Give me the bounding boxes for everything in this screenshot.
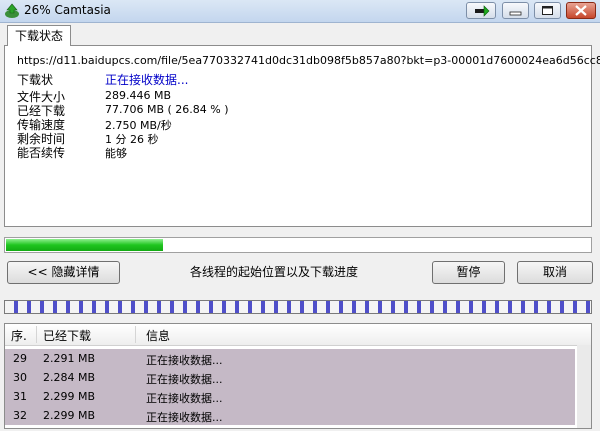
status-value: 正在接收数据... [105,73,189,87]
window-title: 26% Camtasia [24,3,111,17]
pause-button[interactable]: 暂停 [432,261,505,284]
thread-downloaded: 2.299 MB [43,390,96,403]
thread-downloaded: 2.284 MB [43,371,96,384]
download-status-panel: https://d11.baidupcs.com/file/5ea7703327… [4,45,600,227]
minimize-button[interactable] [502,2,529,19]
thread-downloaded: 2.299 MB [43,409,96,422]
thread-list[interactable]: 序. 已经下载 信息 29 2.291 MB 正在接收数据... 30 2.28… [4,323,592,429]
list-row[interactable]: 30 2.284 MB 正在接收数据... [5,368,575,387]
download-progress-bar [4,237,592,253]
thread-downloaded: 2.291 MB [43,352,96,365]
threads-caption: 各线程的起始位置以及下载进度 [190,265,359,279]
title-bar[interactable]: 26% Camtasia [0,0,600,23]
thread-info: 正在接收数据... [146,373,223,386]
thread-segments-bar [4,300,592,314]
arrow-right-icon [475,5,490,17]
column-header-info[interactable]: 信息 [146,327,170,344]
file-size-value: 289.446 MB [105,89,172,102]
thread-number: 32 [13,409,27,422]
tab-download-status[interactable]: 下载状态 [7,25,72,46]
download-app-icon [5,3,19,18]
column-header-thread[interactable]: 序. [11,327,27,344]
thread-number: 30 [13,371,27,384]
column-divider[interactable] [135,326,136,343]
list-row[interactable]: 31 2.299 MB 正在接收数据... [5,387,575,406]
close-button[interactable] [566,2,596,19]
close-icon [575,5,587,16]
download-url: https://d11.baidupcs.com/file/5ea7703327… [17,54,600,67]
hide-details-button[interactable]: << 隐藏详情 [7,261,120,284]
thread-info: 正在接收数据... [146,392,223,405]
list-row[interactable]: 32 2.299 MB 正在接收数据... [5,406,575,425]
background-button[interactable] [466,2,496,19]
list-row[interactable]: 29 2.291 MB 正在接收数据... [5,349,575,368]
resumable-value: 能够 [105,147,127,160]
column-divider[interactable] [36,326,37,343]
list-header: 序. 已经下载 信息 [5,324,591,346]
downloaded-value: 77.706 MB ( 26.84 % ) [105,103,229,116]
minimize-icon [509,11,522,16]
vertical-scrollbar[interactable] [577,345,591,428]
maximize-icon [542,6,553,15]
thread-number: 29 [13,352,27,365]
thread-number: 31 [13,390,27,403]
thread-info: 正在接收数据... [146,411,223,424]
cancel-button[interactable]: 取消 [517,261,593,284]
status-label: 下载状 [17,73,54,87]
column-header-downloaded[interactable]: 已经下载 [43,327,91,344]
maximize-button[interactable] [534,2,561,19]
thread-info: 正在接收数据... [146,354,223,367]
resumable-label: 能否续传 [17,146,66,160]
progress-fill [6,239,164,251]
